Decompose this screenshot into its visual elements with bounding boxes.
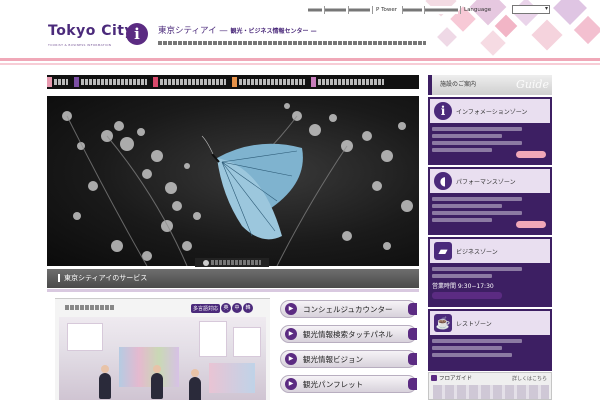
- business-hours: 営業時間 9:30−17:30: [432, 283, 494, 290]
- site-header: Tokyo City TOURIST & BUSINESS INFORMATIO…: [0, 0, 600, 58]
- briefcase-icon: ▰: [434, 242, 452, 260]
- info-icon: i: [434, 102, 452, 120]
- info-vision-button[interactable]: ▶ 観光情報ビジョン: [280, 350, 417, 368]
- korean-badge: 韓: [243, 303, 254, 313]
- utility-link-5[interactable]: [402, 5, 422, 14]
- language-select[interactable]: [512, 5, 550, 14]
- logo-subtitle: TOURIST & BUSINESS INFORMATION: [48, 43, 112, 47]
- main-navigation: [47, 75, 419, 89]
- detail-button[interactable]: [516, 221, 546, 228]
- hero-image[interactable]: [47, 96, 419, 266]
- english-badge: 英: [221, 303, 232, 313]
- slideshow-controls[interactable]: [195, 258, 269, 267]
- speech-bubble-icon: ◖: [434, 172, 452, 190]
- nav-tab-3[interactable]: [153, 77, 226, 87]
- utility-link-6[interactable]: [424, 5, 458, 14]
- floor-guide[interactable]: フロアガイド 詳しくはこちら: [428, 372, 552, 400]
- slideshow-indicator-icon[interactable]: [203, 259, 209, 266]
- nav-tab-home[interactable]: [47, 77, 68, 87]
- site-title-sub: 観光・ビジネス情報センター —: [230, 28, 317, 35]
- concierge-title: [65, 305, 115, 310]
- info-icon: i: [126, 23, 148, 45]
- arrow-right-icon: ▶: [285, 378, 297, 390]
- detail-button[interactable]: [516, 151, 546, 158]
- nav-tab-4[interactable]: [232, 77, 305, 87]
- pamphlet-button[interactable]: ▶ 観光パンフレット: [280, 375, 417, 393]
- utility-link-3[interactable]: [348, 5, 370, 14]
- floor-guide-more-link[interactable]: 詳しくはこちら: [512, 374, 547, 384]
- header-divider: [0, 58, 600, 61]
- performance-zone-card[interactable]: ◖ パフォーマンスゾーン: [428, 167, 552, 235]
- coffee-cup-icon: ☕: [434, 314, 452, 332]
- language-label: Language: [460, 5, 494, 14]
- arrow-right-icon: ▶: [285, 353, 297, 365]
- header-divider-thin: [0, 63, 600, 65]
- site-description-text: [158, 41, 426, 45]
- site-description: [158, 40, 428, 47]
- arrow-right-icon: ▶: [285, 328, 297, 340]
- arrow-icon: [431, 375, 437, 381]
- guide-script: Guide: [516, 78, 549, 91]
- rest-zone-card[interactable]: ☕ レストゾーン: [428, 309, 552, 371]
- multilingual-badges: 多言語対応 英 中 韓: [191, 303, 254, 313]
- concierge-counter-button[interactable]: ▶ コンシェルジュカウンター: [280, 300, 417, 318]
- concierge-photo: [59, 317, 266, 400]
- utility-link-jp-tower[interactable]: P Tower: [372, 5, 400, 14]
- nav-tab-2[interactable]: [74, 77, 147, 87]
- utility-nav: P Tower Language: [308, 4, 494, 15]
- chinese-badge: 中: [232, 303, 243, 313]
- services-heading-underline: [47, 289, 419, 292]
- business-zone-card[interactable]: ▰ ビジネスゾーン 営業時間 9:30−17:30: [428, 237, 552, 307]
- utility-link-1[interactable]: [308, 5, 322, 14]
- slideshow-caption: [211, 260, 261, 265]
- butterfly-on-flowers-image: [62, 103, 413, 266]
- information-zone-card[interactable]: i インフォメーションゾーン: [428, 97, 552, 165]
- arrow-right-icon: ▶: [285, 303, 297, 315]
- touch-panel-button[interactable]: ▶ 観光情報検索タッチパネル: [280, 325, 417, 343]
- nav-tab-5[interactable]: [311, 77, 384, 87]
- facility-guide-heading: 施設のご案内 Guide: [428, 75, 552, 95]
- site-title: 東京シティアイ — 観光・ビジネス情報センター —: [158, 26, 317, 36]
- floor-map-thumbnail: [433, 385, 549, 399]
- logo-text: Tokyo City: [48, 23, 135, 39]
- utility-link-2[interactable]: [324, 5, 346, 14]
- multilingual-label: 多言語対応: [191, 303, 221, 313]
- services-heading: 東京シティアイのサービス: [47, 269, 419, 288]
- concierge-panel: 多言語対応 英 中 韓: [55, 298, 270, 400]
